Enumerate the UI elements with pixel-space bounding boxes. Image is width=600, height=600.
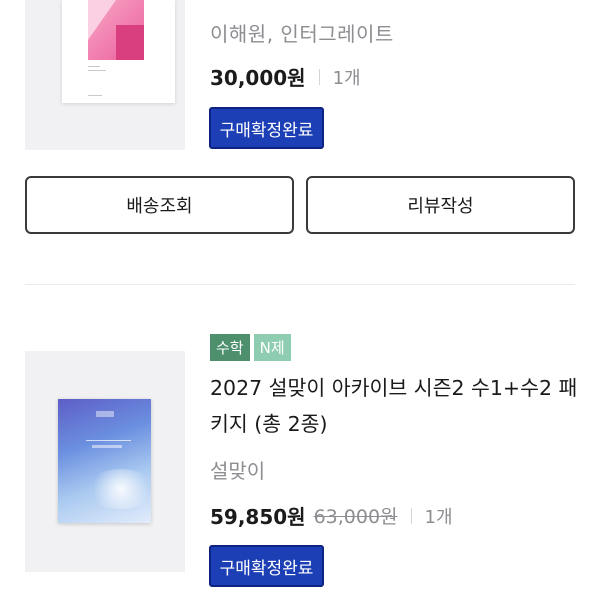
- product-author: 이해원, 인터그레이트: [210, 22, 394, 46]
- track-shipping-button[interactable]: 배송조회: [25, 176, 294, 234]
- original-price: 63,000원: [313, 506, 398, 528]
- tag-subject: 수학: [210, 334, 250, 361]
- divider: [318, 68, 320, 85]
- product-tags: 수학 N제: [210, 334, 291, 361]
- order-history-page: 이해원, 인터그레이트 30,000원 1개 구매확정완료 배송조회 리뷰작성 …: [0, 0, 600, 600]
- price-row: 30,000원 1개: [210, 62, 361, 91]
- product-quantity: 1개: [332, 67, 361, 89]
- product-thumbnail[interactable]: [25, 0, 185, 150]
- divider: [410, 507, 412, 524]
- book-cover-image: [58, 399, 151, 523]
- write-review-button[interactable]: 리뷰작성: [306, 176, 575, 234]
- status-badge: 구매확정완료: [209, 107, 324, 149]
- product-author: 설맞이: [210, 459, 266, 483]
- product-price: 59,850원: [210, 505, 306, 529]
- status-badge: 구매확정완료: [209, 545, 324, 587]
- book-cover-image: [62, 0, 175, 103]
- product-thumbnail[interactable]: [25, 351, 185, 572]
- product-price: 30,000원: [210, 66, 306, 90]
- product-quantity: 1개: [424, 506, 453, 528]
- price-row: 59,850원 63,000원 1개: [210, 501, 453, 530]
- tag-type: N제: [253, 334, 291, 361]
- product-title[interactable]: 2027 설맞이 아카이브 시즌2 수1+수2 패키지 (총 2종): [210, 370, 580, 442]
- item-divider: [25, 284, 575, 285]
